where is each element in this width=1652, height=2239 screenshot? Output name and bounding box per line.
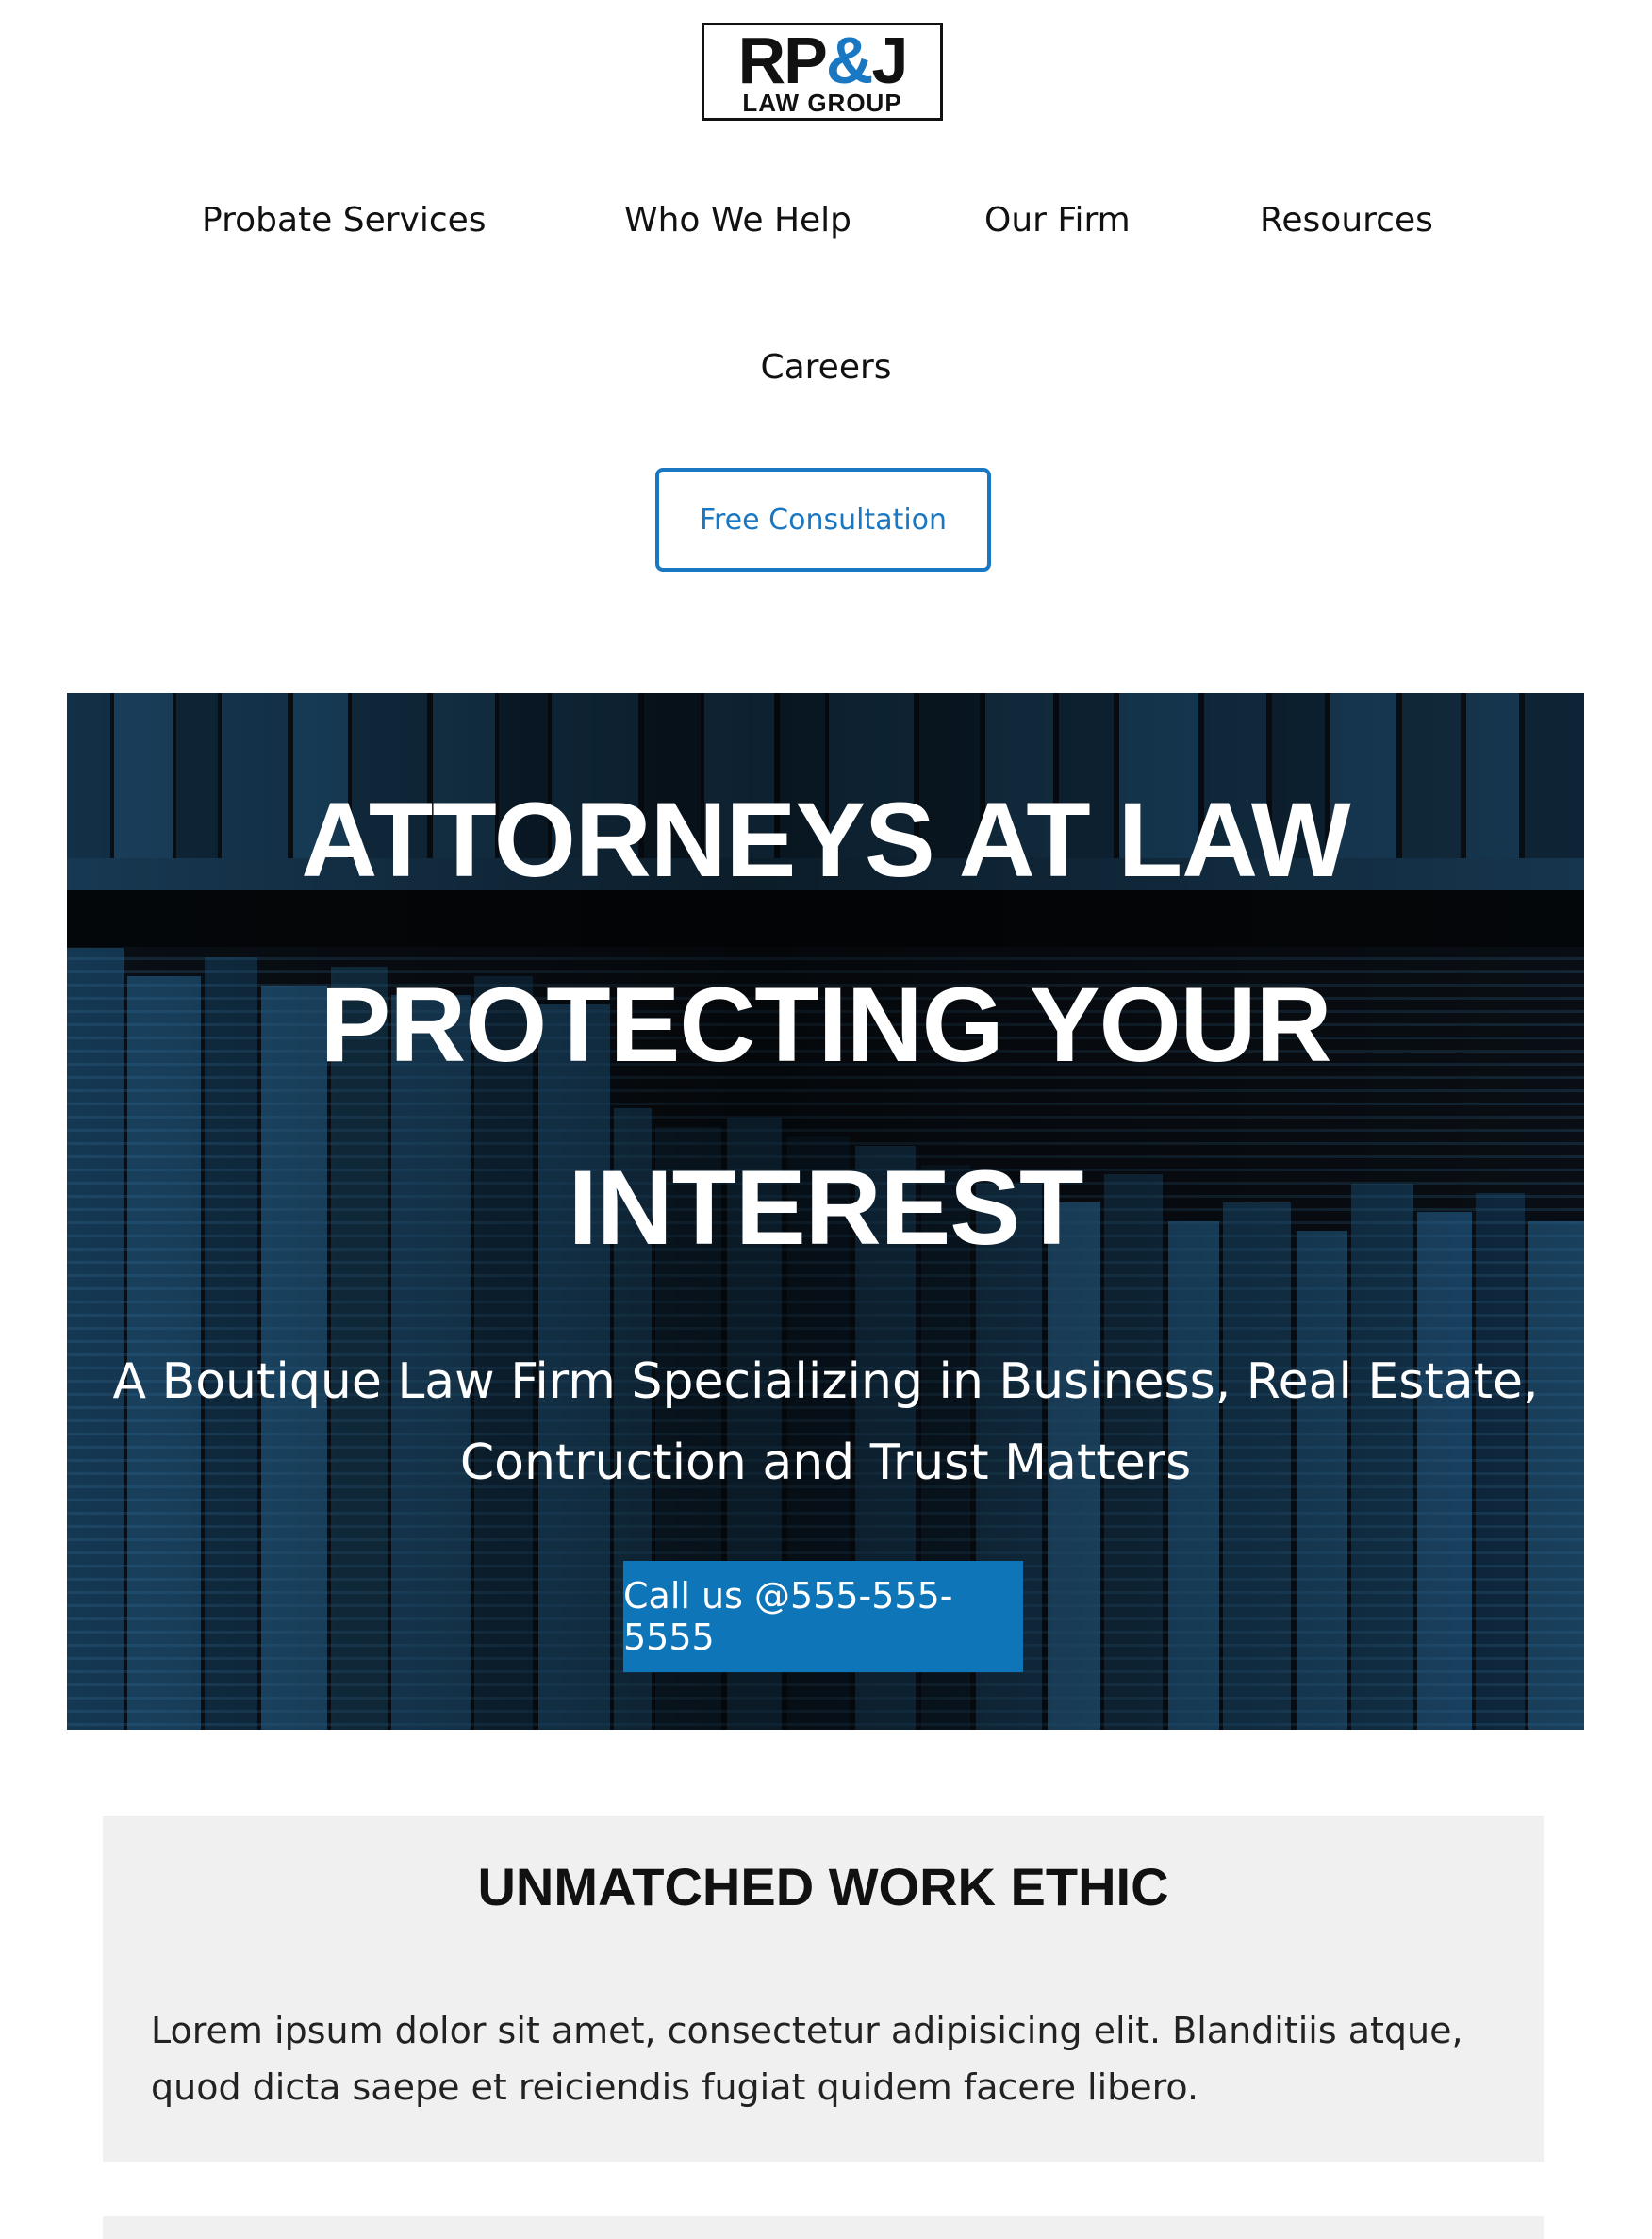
logo-ampersand: & [825,24,874,97]
nav-item-probate-services[interactable]: Probate Services [202,200,487,241]
nav-item-resources[interactable]: Resources [1260,200,1433,241]
hero-title-line-1: ATTORNEYS AT LAW [301,781,1350,899]
next-card [103,2216,1544,2239]
hero-subtitle-line-1: A Boutique Law Firm Specializing in Busi… [112,1353,1539,1410]
free-consultation-button[interactable]: Free Consultation [655,468,991,572]
work-ethic-body: Lorem ipsum dolor sit amet, consectetur … [151,2010,1463,2108]
hero-title-line-3: INTEREST [568,1149,1084,1267]
work-ethic-card: UNMATCHED WORK ETHIC Lorem ipsum dolor s… [103,1816,1544,2162]
nav-item-our-firm[interactable]: Our Firm [984,200,1131,241]
hero-subtitle-line-2: Contruction and Trust Matters [459,1435,1192,1491]
hero-banner: ATTORNEYS AT LAW PROTECTING YOUR INTERES… [67,693,1584,1730]
logo-wordmark: RP&J [737,24,909,97]
logo-subtitle: LAW GROUP [742,89,902,117]
hero-title-line-2: PROTECTING YOUR [320,966,1332,1084]
work-ethic-title: UNMATCHED WORK ETHIC [477,1857,1169,1916]
nav-item-who-we-help[interactable]: Who We Help [624,200,851,241]
call-us-button[interactable]: Call us @555-555-5555 [623,1561,1023,1672]
logo[interactable]: RP&J LAW GROUP [702,23,943,121]
nav-item-careers[interactable]: Careers [0,347,1652,389]
